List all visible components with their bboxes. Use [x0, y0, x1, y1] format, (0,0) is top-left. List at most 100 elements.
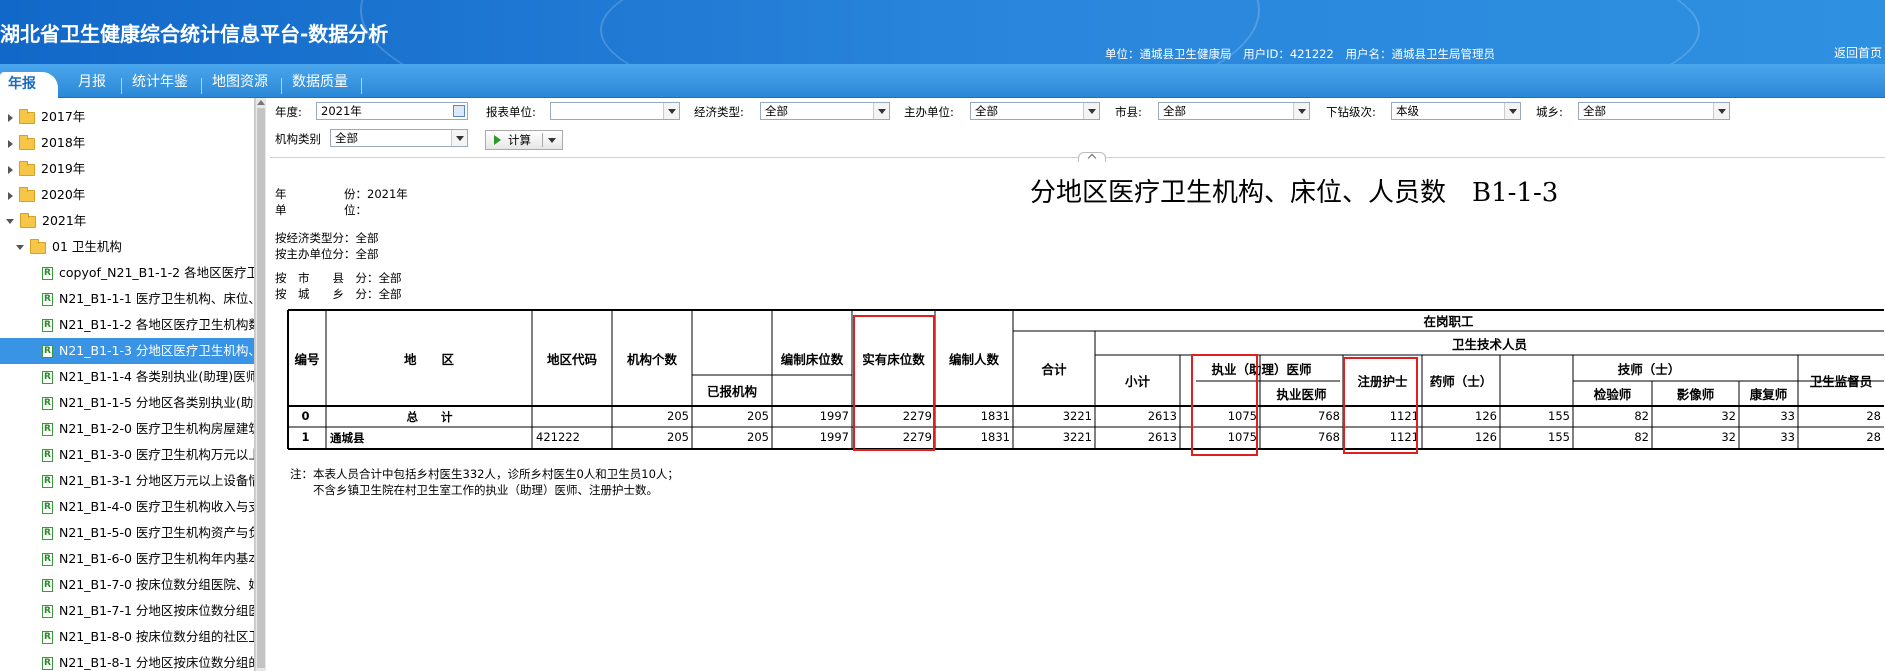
- header-pharmacist: 药师（士）: [1429, 374, 1493, 389]
- expand-arrow-icon[interactable]: [8, 191, 13, 200]
- tree-report-item[interactable]: Rcopyof_N21_B1-1-2 各地区医疗卫生机构: [0, 260, 254, 286]
- report-icon: R: [42, 501, 53, 514]
- chevron-down-icon[interactable]: [1083, 103, 1099, 119]
- tree-report-item-label: N21_B1-3-0 医疗卫生机构万元以上设备: [59, 447, 254, 462]
- tree-report-item[interactable]: R N21_B1-1-5 分地区各类别执业(助理)医师数: [0, 390, 254, 416]
- tree-report-item-label: N21_B1-7-1 分地区按床位数分组医院: [59, 603, 255, 618]
- tree-report-item[interactable]: R N21_B1-3-1 分地区万元以上设备情况: [0, 468, 254, 494]
- meta-by-econ: 按经济类型分：全部: [275, 231, 379, 245]
- calendar-icon[interactable]: [453, 105, 465, 117]
- tree-report-item-label: N21_B1-1-1 医疗卫生机构、床位、人员数: [59, 291, 254, 306]
- header-no: 编号: [294, 351, 320, 367]
- tree-report-item-label: N21_B1-2-0 医疗卫生机构房屋建筑面积: [59, 421, 254, 436]
- report-icon: R: [42, 449, 53, 462]
- scroll-up-arrow-icon[interactable]: [257, 100, 265, 105]
- tree-report-item[interactable]: R N21_B1-3-0 医疗卫生机构万元以上设备: [0, 442, 254, 468]
- tree-report-item[interactable]: R N21_B1-5-0 医疗卫生机构资产与负债: [0, 520, 254, 546]
- tree-report-item-label: N21_B1-1-2 各地区医疗卫生机构数: [59, 317, 255, 332]
- drill-level-select[interactable]: 本级: [1391, 102, 1521, 120]
- year-field[interactable]: 2021年: [316, 102, 468, 120]
- econ-type-select[interactable]: 全部: [760, 102, 890, 120]
- folder-icon: [19, 134, 35, 150]
- city-select[interactable]: 全部: [1158, 102, 1310, 120]
- tab-annual[interactable]: 年报: [0, 72, 58, 98]
- tree-folder[interactable]: 01 卫生机构: [0, 234, 254, 260]
- folder-icon: [19, 186, 35, 202]
- tab-monthly[interactable]: 月报: [70, 70, 114, 98]
- tree-report-item[interactable]: R N21_B1-4-0 医疗卫生机构收入与支出: [0, 494, 254, 520]
- row-value: 768: [1318, 430, 1340, 444]
- row-value: 126: [1475, 430, 1497, 444]
- scroll-thumb[interactable]: [257, 108, 265, 668]
- header-supervisor: 卫生监督员: [1809, 374, 1873, 389]
- tree-report-item-label: N21_B1-8-1 分地区按床位数分组的社区卫生: [59, 655, 254, 670]
- tree-scrollbar[interactable]: [255, 98, 266, 671]
- unit-label: 报表单位:: [486, 105, 536, 119]
- report-icon: R: [42, 527, 53, 540]
- report-icon: R: [42, 605, 53, 618]
- tree-report-item[interactable]: R N21_B1-8-1 分地区按床位数分组的社区卫生: [0, 650, 254, 671]
- collapse-arrow-icon[interactable]: [6, 219, 14, 224]
- chevron-down-icon[interactable]: [1504, 103, 1520, 119]
- return-home-link[interactable]: 返回首页: [1834, 44, 1882, 61]
- expand-arrow-icon[interactable]: [8, 139, 13, 148]
- report-icon: R: [42, 553, 53, 566]
- chevron-down-icon[interactable]: [548, 138, 556, 143]
- row-code: 421222: [536, 430, 580, 444]
- city-label: 市县:: [1115, 105, 1142, 119]
- row-value: 205: [667, 430, 689, 444]
- tree-report-item[interactable]: R N21_B1-7-0 按床位数分组医院、妇幼保健院: [0, 572, 254, 598]
- note-line-2: 不含乡镇卫生院在村卫生室工作的执业（助理）医师、注册护士数。: [313, 483, 658, 497]
- collapse-arrow-icon[interactable]: [16, 245, 24, 250]
- tree-year-0[interactable]: 2017年: [0, 104, 254, 130]
- tree-report-item[interactable]: R N21_B1-1-3 分地区医疗卫生机构、床位、人员数: [0, 338, 254, 364]
- report-icon: R: [42, 371, 53, 384]
- report-icon: R: [42, 267, 53, 280]
- expand-arrow-icon[interactable]: [8, 113, 13, 122]
- report-icon: R: [42, 579, 53, 592]
- tree-report-item-label: N21_B1-1-5 分地区各类别执业(助理)医师数: [59, 395, 254, 410]
- urban-rural-select[interactable]: 全部: [1578, 102, 1730, 120]
- collapse-filter-toggle[interactable]: [1078, 152, 1106, 162]
- row-value: 3221: [1062, 430, 1092, 444]
- tree-report-item[interactable]: R N21_B1-6-0 医疗卫生机构年内基本建设: [0, 546, 254, 572]
- chevron-down-icon[interactable]: [663, 103, 679, 119]
- tree-report-item[interactable]: R N21_B1-1-1 医疗卫生机构、床位、人员数: [0, 286, 254, 312]
- tree-report-item[interactable]: R N21_B1-8-0 按床位数分组的社区卫生服务中心: [0, 624, 254, 650]
- tab-quality[interactable]: 数据质量: [284, 70, 356, 98]
- user-info: 单位：通城县卫生健康局 用户ID：421222 用户名：通城县卫生局管理员: [1105, 46, 1503, 62]
- tree-report-item[interactable]: R N21_B1-1-4 各类别执业(助理)医师数: [0, 364, 254, 390]
- user-id-text: 用户ID：421222: [1243, 47, 1334, 61]
- chevron-down-icon[interactable]: [1293, 103, 1309, 119]
- highlight-box: [1191, 354, 1258, 456]
- tree-year-expanded[interactable]: 2021年: [0, 208, 254, 234]
- app-title: 湖北省卫生健康综合统计信息平台-数据分析: [0, 22, 389, 46]
- report-icon: R: [42, 657, 53, 670]
- row-value: 32: [1721, 430, 1736, 444]
- header-planned-staff: 编制人数: [948, 351, 999, 367]
- year-label: 年度:: [275, 105, 302, 119]
- chevron-down-icon[interactable]: [1713, 103, 1729, 119]
- tree-report-item-label: N21_B1-6-0 医疗卫生机构年内基本建设: [59, 551, 254, 566]
- tree-report-item[interactable]: R N21_B1-2-0 医疗卫生机构房屋建筑面积: [0, 416, 254, 442]
- tree-report-item[interactable]: R N21_B1-7-1 分地区按床位数分组医院: [0, 598, 255, 624]
- tree-year-1[interactable]: 2018年: [0, 130, 254, 156]
- calculate-button[interactable]: 计算: [485, 130, 563, 150]
- nav-divider: [121, 78, 122, 94]
- tab-map[interactable]: 地图资源: [204, 70, 276, 98]
- chevron-down-icon[interactable]: [451, 130, 467, 146]
- expand-arrow-icon[interactable]: [8, 165, 13, 174]
- calculate-label: 计算: [508, 133, 531, 147]
- tree-year-3-label: 2020年: [41, 187, 86, 202]
- tab-yearbook[interactable]: 统计年鉴: [124, 70, 196, 98]
- host-unit-select[interactable]: 全部: [970, 102, 1100, 120]
- tree-report-item[interactable]: R N21_B1-1-2 各地区医疗卫生机构数: [0, 312, 255, 338]
- category-value: 全部: [335, 131, 358, 145]
- tree-year-3[interactable]: 2020年: [0, 182, 254, 208]
- nav-divider: [281, 78, 282, 94]
- tree-year-2[interactable]: 2019年: [0, 156, 254, 182]
- tree-report-item-label: copyof_N21_B1-1-2 各地区医疗卫生机构: [59, 265, 254, 280]
- unit-select[interactable]: [550, 102, 680, 120]
- category-select[interactable]: 全部: [330, 129, 468, 147]
- chevron-down-icon[interactable]: [873, 103, 889, 119]
